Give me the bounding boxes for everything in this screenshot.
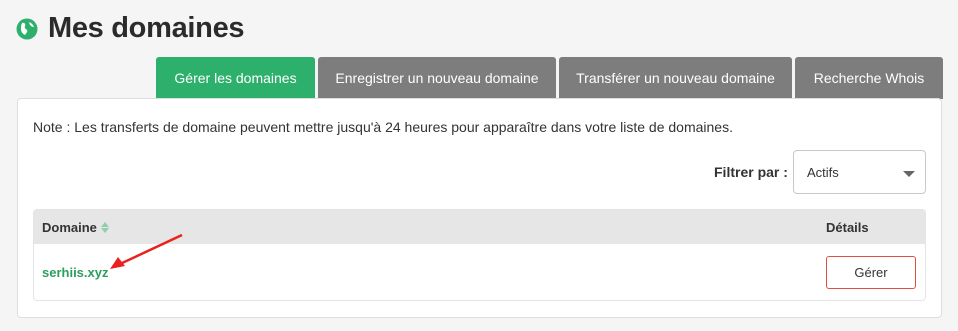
filter-select[interactable]: Actifs: [793, 150, 926, 194]
filter-selected-value: Actifs: [807, 164, 839, 180]
domains-panel: Note : Les transferts de domaine peuvent…: [17, 98, 942, 318]
tab-bar: Gérer les domaines Enregistrer un nouvea…: [156, 57, 943, 99]
tab-manage-domains[interactable]: Gérer les domaines: [156, 57, 315, 99]
domain-link[interactable]: serhiis.xyz: [42, 265, 109, 280]
chevron-down-icon: [903, 171, 915, 177]
manage-button[interactable]: Gérer: [826, 256, 916, 289]
tab-transfer-domain[interactable]: Transférer un nouveau domaine: [559, 57, 792, 99]
filter-label: Filtrer par :: [714, 164, 788, 180]
column-header-domain-label: Domaine: [42, 220, 97, 235]
annotation-arrow-icon: [110, 233, 183, 269]
page-header: Mes domaines: [16, 12, 245, 45]
tab-whois-search[interactable]: Recherche Whois: [795, 57, 943, 99]
transfer-note: Note : Les transferts de domaine peuvent…: [33, 119, 733, 135]
tab-register-domain[interactable]: Enregistrer un nouveau domaine: [318, 57, 556, 99]
globe-icon: [16, 18, 38, 39]
column-header-details: Détails: [826, 220, 869, 235]
page-title: Mes domaines: [48, 12, 245, 44]
column-header-domain[interactable]: Domaine: [42, 220, 109, 235]
